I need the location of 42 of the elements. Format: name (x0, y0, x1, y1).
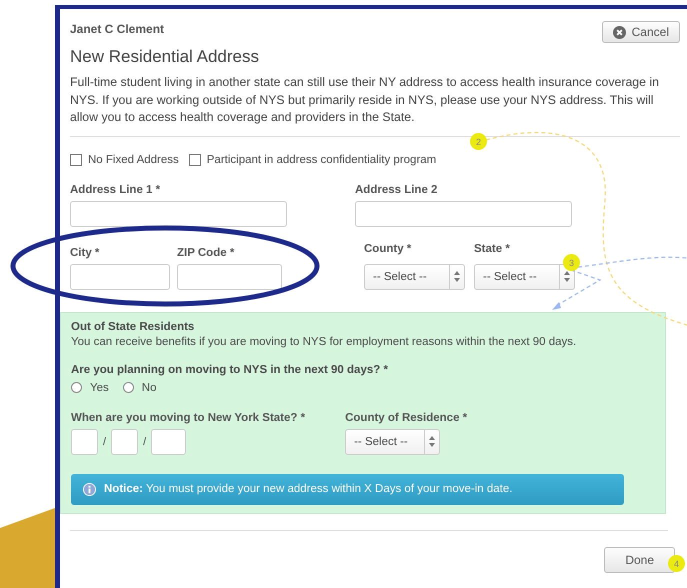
section-text: You can receive benefits if you are moving to NYS for employment reasons within the next 90 days. (71, 336, 578, 348)
date-input[interactable] (151, 428, 186, 454)
field-label: County of Residence * (345, 412, 468, 424)
date-separator: / (143, 436, 146, 448)
date-separator: / (103, 436, 106, 448)
info-icon (83, 482, 96, 496)
radio-button[interactable] (122, 382, 134, 393)
field-label: ZIP Code * (177, 246, 236, 258)
select-dropdown[interactable]: -- Select -- (345, 428, 440, 454)
input-field[interactable] (177, 264, 282, 290)
section-heading: Out of State Residents (71, 320, 196, 332)
input-field[interactable] (355, 200, 572, 226)
field-label: State * (474, 242, 511, 254)
select-dropdown[interactable]: -- Select -- (364, 264, 465, 290)
date-input[interactable] (71, 428, 98, 454)
radio-label: Yes (90, 382, 109, 394)
field-label: City * (70, 246, 100, 258)
sort-arrows-icon (564, 271, 570, 282)
question-label: Are you planning on moving to NYS in the next 90 days? * (71, 364, 389, 376)
input-field[interactable] (70, 264, 170, 290)
done-button[interactable]: Done (604, 546, 675, 572)
field-label: County * (364, 242, 412, 254)
checkbox-label: No Fixed Address (88, 154, 179, 166)
cancel-button[interactable]: Cancel (602, 21, 680, 43)
dashed-arrow (552, 269, 602, 310)
checkbox[interactable] (70, 154, 82, 166)
field-label: Address Line 2 (355, 184, 438, 196)
user-name: Janet C Clement (70, 22, 164, 36)
checkbox[interactable] (188, 154, 201, 166)
sort-arrows-icon (454, 271, 460, 282)
sort-arrows-icon (429, 436, 436, 447)
close-icon (612, 26, 626, 38)
notice-text: Notice: You must provide your new address within X Days of your move-in date. (104, 483, 512, 495)
intro-text: Full-time student living in another state can still use their NY address to access health insurance coverage in NYS. If you are working outside of NYS but primarily reside in NYS, please use your NYS address. This will allow you to access health coverage and providers in the State. (70, 74, 660, 126)
field-label: When are you moving to New York State? * (71, 412, 306, 424)
radio-button[interactable] (71, 382, 82, 393)
date-input[interactable] (111, 428, 138, 454)
dialog-title: New Residential Address (70, 47, 260, 67)
field-label: Address Line 1 * (70, 184, 162, 196)
checkbox-label: Participant in address confidentiality program (206, 154, 436, 166)
radio-label: No (142, 382, 156, 394)
input-field[interactable] (70, 200, 287, 226)
